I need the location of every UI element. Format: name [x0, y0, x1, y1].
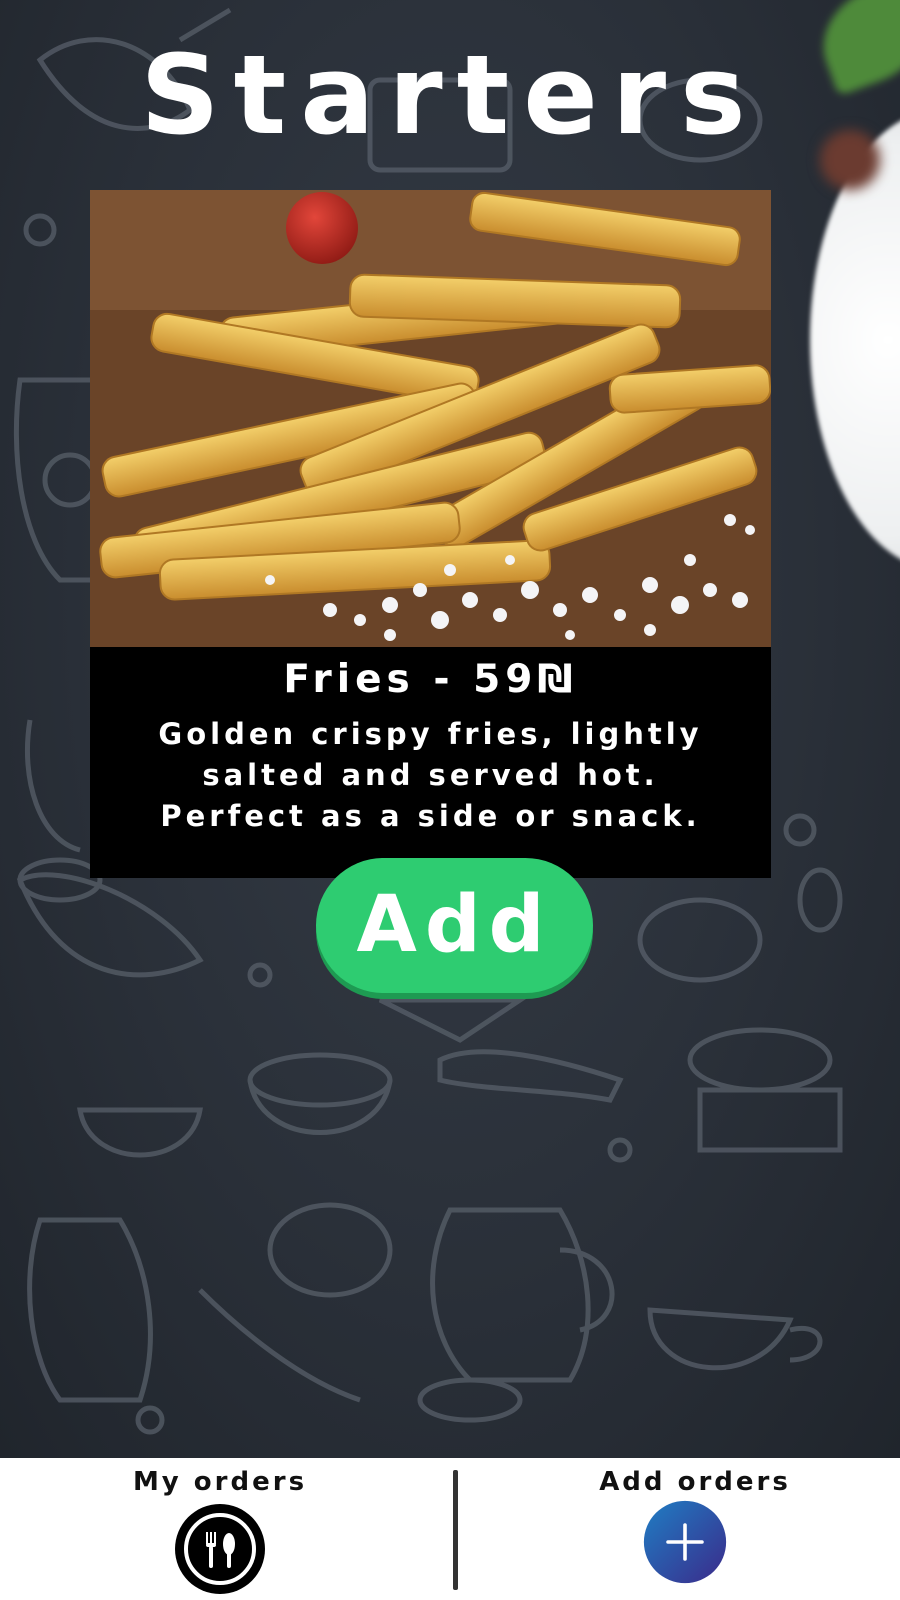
nav-my-orders-label: My orders — [132, 1467, 308, 1497]
item-description-line: salted and served hot. — [202, 758, 659, 792]
menu-item-card: Fries - 59₪ Golden crispy fries, lightly… — [90, 190, 771, 878]
nav-divider — [453, 1470, 458, 1590]
plus-circle-icon[interactable] — [643, 1500, 727, 1584]
page-title: Starters — [140, 31, 760, 159]
bottom-nav-bar: My orders Add orders — [0, 1458, 900, 1600]
item-description-line: Golden crispy fries, lightly — [158, 717, 703, 751]
plate-cutlery-icon[interactable] — [173, 1502, 267, 1596]
nav-add-orders-label: Add orders — [599, 1467, 791, 1497]
nav-add-orders[interactable]: Add orders — [545, 1458, 845, 1600]
item-description: Golden crispy fries, lightly salted and … — [110, 714, 751, 837]
nav-my-orders[interactable]: My orders — [70, 1458, 370, 1600]
add-button[interactable]: Add — [316, 858, 593, 993]
item-name-price: Fries - 59₪ — [283, 657, 578, 702]
fries-photo — [90, 190, 771, 647]
item-description-line: Perfect as a side or snack. — [160, 799, 701, 833]
